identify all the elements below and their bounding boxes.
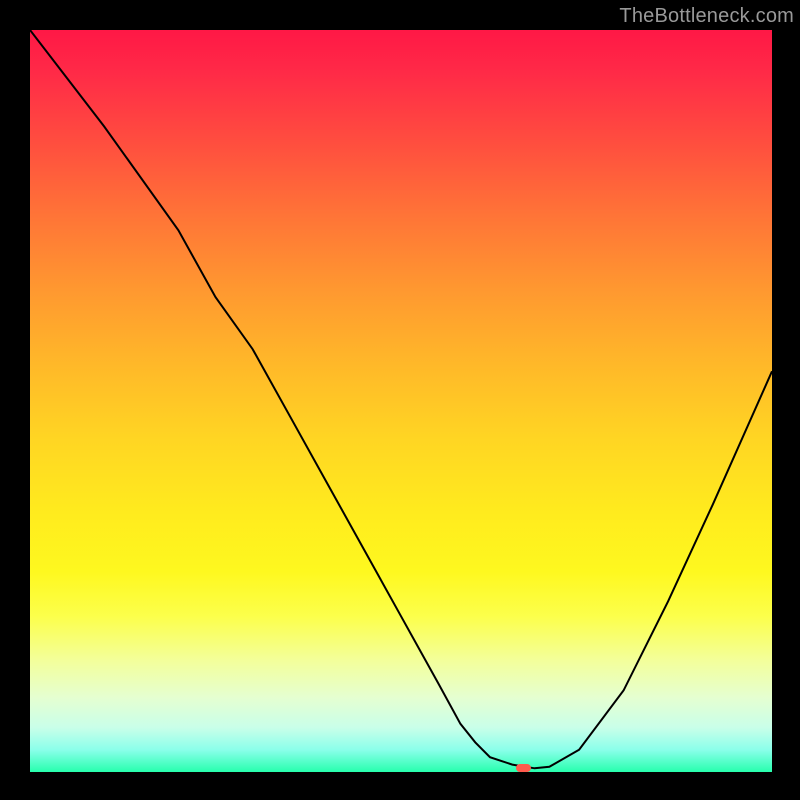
watermark-text: TheBottleneck.com	[619, 5, 794, 28]
bottleneck-curve	[30, 30, 772, 772]
x-axis	[30, 772, 772, 774]
optimal-marker	[516, 764, 531, 772]
chart-container: TheBottleneck.com	[0, 0, 800, 800]
